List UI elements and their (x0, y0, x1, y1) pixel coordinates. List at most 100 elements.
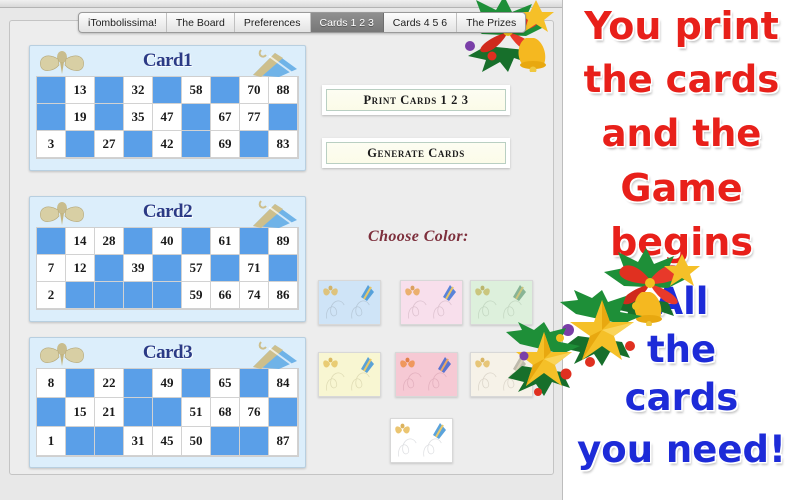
card-cell-blank[interactable] (269, 255, 298, 282)
card-cell-number[interactable]: 19 (66, 104, 95, 131)
generate-cards-button[interactable]: Generate Cards (322, 138, 510, 168)
card-cell-number[interactable]: 31 (124, 427, 153, 456)
card-cell-blank[interactable] (124, 131, 153, 158)
card-cell-blank[interactable] (37, 228, 66, 255)
card-cell-blank[interactable] (240, 131, 269, 158)
tab-cards-1-2-3[interactable]: Cards 1 2 3 (310, 13, 384, 32)
card-cell-blank[interactable] (211, 255, 240, 282)
card-cell-blank[interactable] (240, 427, 269, 456)
card-cell-blank[interactable] (95, 255, 124, 282)
card-cell-number[interactable]: 59 (182, 282, 211, 309)
card-grid[interactable]: 13 32 58 70 88 19 35 47 67 77 3 27 42 69 83 (36, 76, 299, 159)
color-swatch-pink[interactable] (400, 280, 463, 325)
card-cell-number[interactable]: 28 (95, 228, 124, 255)
card-cell-blank[interactable] (182, 369, 211, 398)
card-cell-number[interactable]: 42 (153, 131, 182, 158)
card-cell-number[interactable]: 32 (124, 77, 153, 104)
card-cell-blank[interactable] (240, 369, 269, 398)
card-cell-number[interactable]: 70 (240, 77, 269, 104)
tab-the-prizes[interactable]: The Prizes (457, 13, 525, 32)
card-cell-blank[interactable] (95, 104, 124, 131)
card-cell-number[interactable]: 68 (211, 398, 240, 427)
card-cell-blank[interactable] (153, 398, 182, 427)
card-cell-number[interactable]: 74 (240, 282, 269, 309)
card-cell-number[interactable]: 7 (37, 255, 66, 282)
card-cell-number[interactable]: 2 (37, 282, 66, 309)
card-cell-number[interactable]: 15 (66, 398, 95, 427)
card-cell-number[interactable]: 77 (240, 104, 269, 131)
card-cell-blank[interactable] (66, 282, 95, 309)
card-cell-number[interactable]: 8 (37, 369, 66, 398)
card-cell-number[interactable]: 71 (240, 255, 269, 282)
color-swatch-white[interactable] (390, 418, 453, 463)
card-cell-blank[interactable] (124, 228, 153, 255)
card-cell-number[interactable]: 83 (269, 131, 298, 158)
card-cell-blank[interactable] (95, 282, 124, 309)
card-grid[interactable]: 8 22 49 65 84 15 21 51 68 76 1 31 45 50 87 (36, 368, 299, 457)
card-cell-blank[interactable] (66, 369, 95, 398)
card-cell-number[interactable]: 39 (124, 255, 153, 282)
color-swatch-green[interactable] (470, 280, 533, 325)
card-cell-blank[interactable] (66, 427, 95, 456)
card-cell-number[interactable]: 51 (182, 398, 211, 427)
card-cell-blank[interactable] (153, 77, 182, 104)
card-cell-number[interactable]: 22 (95, 369, 124, 398)
card-cell-number[interactable]: 61 (211, 228, 240, 255)
card-cell-number[interactable]: 47 (153, 104, 182, 131)
tab-cards-4-5-6[interactable]: Cards 4 5 6 (384, 13, 458, 32)
card-cell-number[interactable]: 76 (240, 398, 269, 427)
card-cell-number[interactable]: 88 (269, 77, 298, 104)
print-cards-button[interactable]: Print Cards 1 2 3 (322, 85, 510, 115)
card-cell-blank[interactable] (211, 427, 240, 456)
card-cell-number[interactable]: 40 (153, 228, 182, 255)
card-cell-blank[interactable] (153, 282, 182, 309)
card-cell-blank[interactable] (37, 398, 66, 427)
card-cell-number[interactable]: 3 (37, 131, 66, 158)
tab-the-board[interactable]: The Board (167, 13, 235, 32)
color-swatch-yellow[interactable] (318, 352, 381, 397)
card-cell-number[interactable]: 35 (124, 104, 153, 131)
card-cell-number[interactable]: 57 (182, 255, 211, 282)
card-cell-blank[interactable] (269, 104, 298, 131)
color-swatch-blue[interactable] (318, 280, 381, 325)
card-cell-blank[interactable] (269, 398, 298, 427)
card-cell-blank[interactable] (211, 77, 240, 104)
card-cell-number[interactable]: 58 (182, 77, 211, 104)
tab-itombolissima[interactable]: iTombolissima! (79, 13, 167, 32)
card-cell-number[interactable]: 14 (66, 228, 95, 255)
card-cell-number[interactable]: 50 (182, 427, 211, 456)
card-cell-number[interactable]: 21 (95, 398, 124, 427)
card-cell-blank[interactable] (95, 427, 124, 456)
card-cell-number[interactable]: 89 (269, 228, 298, 255)
card-cell-blank[interactable] (182, 104, 211, 131)
card-cell-blank[interactable] (182, 228, 211, 255)
card-cell-blank[interactable] (240, 228, 269, 255)
card-cell-blank[interactable] (37, 77, 66, 104)
card-cell-blank[interactable] (124, 282, 153, 309)
card-grid[interactable]: 14 28 40 61 89 7 12 39 57 71 2 59 66 74 86 (36, 227, 299, 310)
card-cell-number[interactable]: 66 (211, 282, 240, 309)
card-cell-blank[interactable] (153, 255, 182, 282)
card-cell-number[interactable]: 13 (66, 77, 95, 104)
card-cell-number[interactable]: 84 (269, 369, 298, 398)
card-cell-blank[interactable] (182, 131, 211, 158)
card-cell-number[interactable]: 45 (153, 427, 182, 456)
color-swatch-rose[interactable] (395, 352, 458, 397)
card-cell-blank[interactable] (37, 104, 66, 131)
card-cell-number[interactable]: 69 (211, 131, 240, 158)
bingo-card-3[interactable]: Card3 8 22 49 65 84 15 21 51 68 76 1 31 45 50 87 (29, 337, 306, 468)
card-cell-number[interactable]: 87 (269, 427, 298, 456)
card-cell-number[interactable]: 49 (153, 369, 182, 398)
card-cell-blank[interactable] (66, 131, 95, 158)
card-cell-blank[interactable] (124, 369, 153, 398)
tab-preferences[interactable]: Preferences (235, 13, 311, 32)
card-cell-number[interactable]: 65 (211, 369, 240, 398)
card-cell-number[interactable]: 1 (37, 427, 66, 456)
card-cell-blank[interactable] (95, 77, 124, 104)
card-cell-number[interactable]: 67 (211, 104, 240, 131)
card-cell-blank[interactable] (124, 398, 153, 427)
card-cell-number[interactable]: 86 (269, 282, 298, 309)
bingo-card-2[interactable]: Card2 14 28 40 61 89 7 12 39 57 71 2 59 66 74 86 (29, 196, 306, 322)
bingo-card-1[interactable]: Card1 13 32 58 70 88 19 35 47 67 77 3 27 42 69 83 (29, 45, 306, 171)
card-cell-number[interactable]: 27 (95, 131, 124, 158)
